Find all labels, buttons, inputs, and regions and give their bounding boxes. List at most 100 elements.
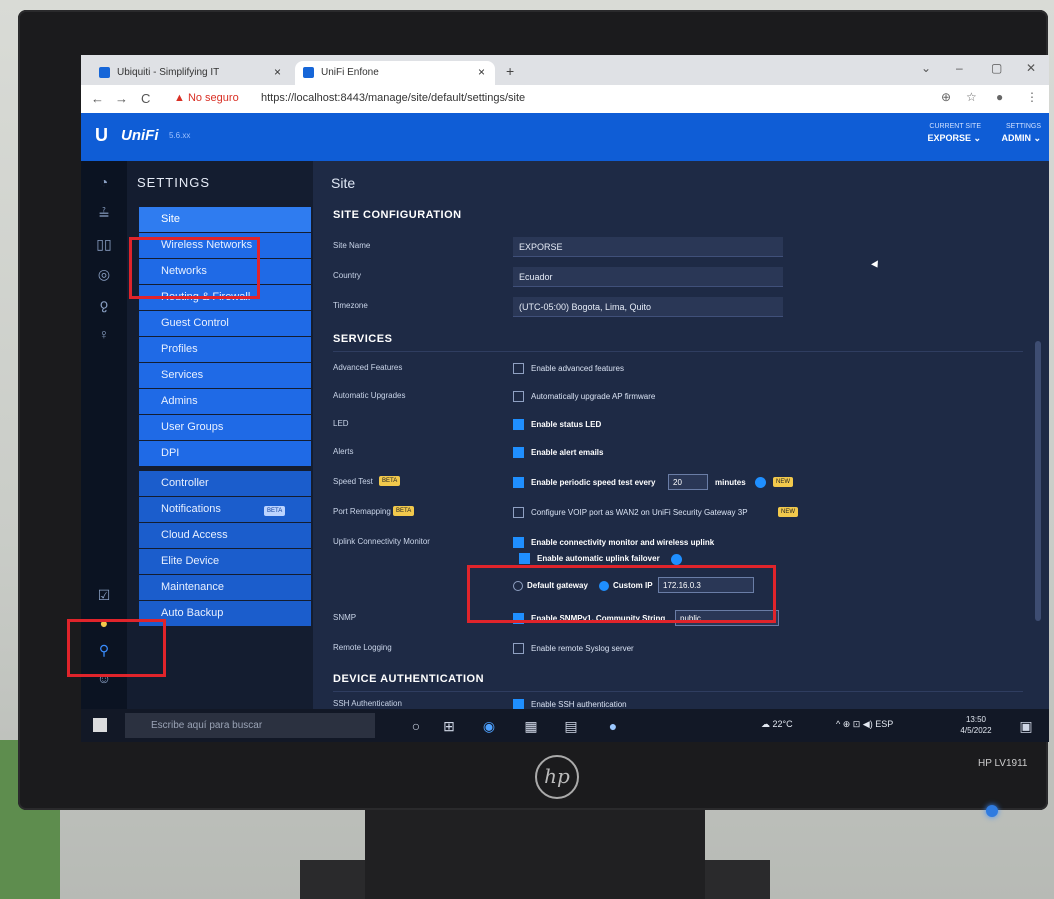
taskbar-clock[interactable]: 13:50 4/5/2022 (951, 714, 1001, 736)
tab-label: Ubiquiti - Simplifying IT (117, 67, 220, 78)
favicon-icon (99, 67, 110, 78)
advanced-features-checkbox[interactable] (513, 363, 524, 374)
tab-unifi[interactable]: UniFi Enfone × (295, 61, 495, 85)
close-window-button[interactable]: ✕ (1026, 61, 1036, 75)
sidebar-item-cloud-access[interactable]: Cloud Access (139, 523, 311, 548)
new-badge: NEW (773, 477, 793, 487)
bookmark-star-icon[interactable]: ☆ (966, 90, 977, 104)
led-label: LED (333, 419, 349, 428)
profile-icon[interactable]: ● (996, 90, 1003, 104)
alerts-checkbox[interactable] (513, 447, 524, 458)
monitor-stand (365, 808, 705, 899)
alerts-check-label: Enable alert emails (531, 448, 604, 457)
auto-upgrades-checkbox[interactable] (513, 391, 524, 402)
new-tab-button[interactable]: + (506, 63, 514, 79)
uplink-monitor-check-label: Enable connectivity monitor and wireless… (531, 538, 715, 547)
map-icon[interactable]: ▯▯ (95, 235, 113, 253)
sidebar-item-maintenance[interactable]: Maintenance (139, 575, 311, 600)
ssh-auth-label: SSH Authentication (333, 699, 402, 708)
speed-test-check-label: Enable periodic speed test every (531, 478, 656, 487)
sidebar-item-controller[interactable]: Controller (139, 471, 311, 496)
uplink-monitor-label: Uplink Connectivity Monitor (333, 537, 430, 546)
remote-logging-checkbox[interactable] (513, 643, 524, 654)
country-label: Country (333, 271, 362, 280)
devices-icon[interactable]: ◎ (95, 265, 113, 283)
sidebar-item-site[interactable]: Site (139, 207, 311, 232)
file-explorer-icon[interactable]: ▤ (561, 716, 581, 736)
sidebar-item-admins[interactable]: Admins (139, 389, 311, 414)
translate-icon[interactable]: ⊕ (941, 90, 951, 104)
not-secure-warning[interactable]: ▲ No seguro (174, 92, 239, 104)
info-icon[interactable] (671, 554, 682, 565)
windows-taskbar: Escribe aquí para buscar ○ ⊞ ◉ ▦ ▤ ● ☁ 2… (81, 709, 1049, 742)
admin-menu[interactable]: SETTINGS ADMIN ⌄ (981, 123, 1041, 144)
reload-button[interactable]: C (141, 91, 150, 106)
speed-test-checkbox[interactable] (513, 477, 524, 488)
led-checkbox[interactable] (513, 419, 524, 430)
clients-icon[interactable]: ჹ (95, 295, 113, 313)
speed-test-interval-input[interactable]: 20 (668, 474, 708, 490)
clock-date: 4/5/2022 (960, 726, 992, 735)
sidebar-item-elite-device[interactable]: Elite Device (139, 549, 311, 574)
power-led-icon[interactable] (986, 805, 998, 817)
new-badge: NEW (778, 507, 798, 517)
screen: Ubiquiti - Simplifying IT × UniFi Enfone… (81, 55, 1049, 742)
back-button[interactable]: ← (91, 91, 104, 106)
sidebar-item-services[interactable]: Services (139, 363, 311, 388)
clock-time: 13:50 (965, 715, 987, 724)
section-services: SERVICES (333, 333, 393, 345)
menu-kebab-icon[interactable]: ⋮ (1026, 90, 1038, 104)
tab-search-icon[interactable]: ⌄ (921, 61, 931, 75)
uplink-failover-checkbox[interactable] (519, 553, 530, 564)
events-icon[interactable]: ☑ (95, 586, 113, 604)
tab-close-icon[interactable]: × (478, 65, 485, 79)
statistics-icon[interactable]: ≟ (95, 205, 113, 223)
dashboard-icon[interactable]: ◔ (95, 173, 113, 191)
unifi-version: 5.6.xx (169, 131, 191, 140)
favicon-icon (303, 67, 314, 78)
sidebar-item-notifications[interactable]: Notifications BETA (139, 497, 311, 522)
cortana-icon[interactable]: ○ (406, 716, 426, 736)
task-view-icon[interactable]: ⊞ (439, 716, 459, 736)
notifications-icon[interactable]: ▣ (1016, 716, 1036, 736)
port-remapping-beta-badge: BETA (393, 506, 415, 516)
maximize-button[interactable]: ▢ (991, 61, 1002, 75)
app-icon[interactable]: ● (603, 716, 623, 736)
timezone-select[interactable]: (UTC-05:00) Bogota, Lima, Quito (513, 297, 783, 317)
country-select[interactable]: Ecuador (513, 267, 783, 287)
url-input[interactable]: https://localhost:8443/manage/site/defau… (261, 92, 525, 104)
scrollbar[interactable] (1035, 341, 1041, 621)
site-name-label: Site Name (333, 241, 371, 250)
taskbar-search-input[interactable]: Escribe aquí para buscar (125, 713, 375, 738)
weather-widget[interactable]: ☁ 22°C (761, 719, 793, 730)
ubiquiti-logo-icon[interactable]: U (95, 125, 108, 146)
site-name-input[interactable]: EXPORSE (513, 237, 783, 257)
tab-ubiquiti[interactable]: Ubiquiti - Simplifying IT × (91, 61, 291, 85)
timezone-label: Timezone (333, 301, 368, 310)
insights-icon[interactable]: ♀ (95, 325, 113, 343)
sidebar-item-profiles[interactable]: Profiles (139, 337, 311, 362)
current-site-value: EXPORSE ⌄ (927, 133, 981, 143)
minimize-button[interactable]: – (956, 61, 963, 75)
led-check-label: Enable status LED (531, 420, 602, 429)
forward-button[interactable]: → (115, 91, 128, 106)
port-remapping-checkbox[interactable] (513, 507, 524, 518)
sidebar-item-dpi[interactable]: DPI (139, 441, 311, 466)
annotation-box-snmp (467, 565, 776, 623)
info-icon[interactable] (755, 477, 766, 488)
divider (333, 351, 1023, 352)
sidebar-item-guest-control[interactable]: Guest Control (139, 311, 311, 336)
annotation-box-settings-icon (67, 619, 166, 677)
uplink-monitor-checkbox[interactable] (513, 537, 524, 548)
tab-close-icon[interactable]: × (274, 65, 281, 79)
sidebar-item-user-groups[interactable]: User Groups (139, 415, 311, 440)
system-tray[interactable]: ^ ⊕ ⊡ ◀) ESP (836, 719, 893, 730)
port-remapping-label: Port Remapping (333, 507, 391, 516)
store-icon[interactable]: ▦ (521, 716, 541, 736)
current-site-selector[interactable]: CURRENT SITE EXPORSE ⌄ (891, 123, 981, 144)
port-remapping-check-label: Configure VOIP port as WAN2 on UniFi Sec… (531, 508, 748, 517)
chrome-icon[interactable]: ◉ (479, 716, 499, 736)
speed-test-label: Speed Test (333, 477, 373, 486)
windows-start-icon[interactable] (93, 718, 107, 732)
snmp-label: SNMP (333, 613, 357, 622)
